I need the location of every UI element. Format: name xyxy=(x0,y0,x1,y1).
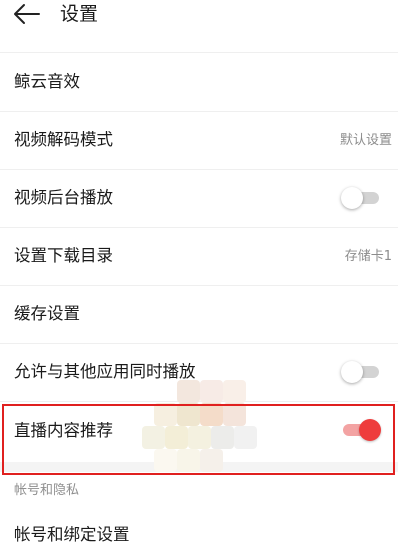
setting-row-cache[interactable]: 缓存设置 xyxy=(0,286,398,343)
setting-label: 允许与其他应用同时播放 xyxy=(14,362,196,381)
setting-row-live-recommend: 直播内容推荐 xyxy=(0,402,398,460)
setting-label: 帐号和绑定设置 xyxy=(14,525,130,544)
setting-row-video-decode[interactable]: 视频解码模式 默认设置 xyxy=(0,112,398,169)
setting-value: 默认设置 xyxy=(339,133,392,148)
back-arrow-icon xyxy=(14,4,40,24)
live-recommend-toggle[interactable] xyxy=(341,419,381,441)
setting-row-sound-effect[interactable]: 鲸云音效 xyxy=(0,53,398,110)
setting-row-simultaneous-play: 允许与其他应用同时播放 xyxy=(0,344,398,401)
section-header-account-privacy: 帐号和隐私 xyxy=(14,483,80,498)
back-button[interactable] xyxy=(12,2,42,26)
toggle-knob xyxy=(359,419,381,441)
setting-row-download-dir[interactable]: 设置下载目录 存储卡1 xyxy=(0,228,398,285)
setting-label: 缓存设置 xyxy=(14,304,80,323)
toggle-knob xyxy=(341,361,363,383)
top-bar: 设置 xyxy=(0,0,398,40)
setting-row-account-binding[interactable]: 帐号和绑定设置 xyxy=(0,509,398,558)
setting-label: 鲸云音效 xyxy=(14,72,80,91)
setting-row-video-background: 视频后台播放 xyxy=(0,170,398,227)
section-gap xyxy=(0,462,398,472)
setting-label: 直播内容推荐 xyxy=(14,421,113,440)
setting-value: 存储卡1 xyxy=(344,249,392,264)
toggle-knob xyxy=(341,187,363,209)
page-title: 设置 xyxy=(60,3,99,25)
setting-label: 视频后台播放 xyxy=(14,188,113,207)
setting-label: 设置下载目录 xyxy=(14,246,113,265)
setting-label: 视频解码模式 xyxy=(14,130,113,149)
simultaneous-play-toggle[interactable] xyxy=(341,361,381,383)
video-background-toggle[interactable] xyxy=(341,187,381,209)
